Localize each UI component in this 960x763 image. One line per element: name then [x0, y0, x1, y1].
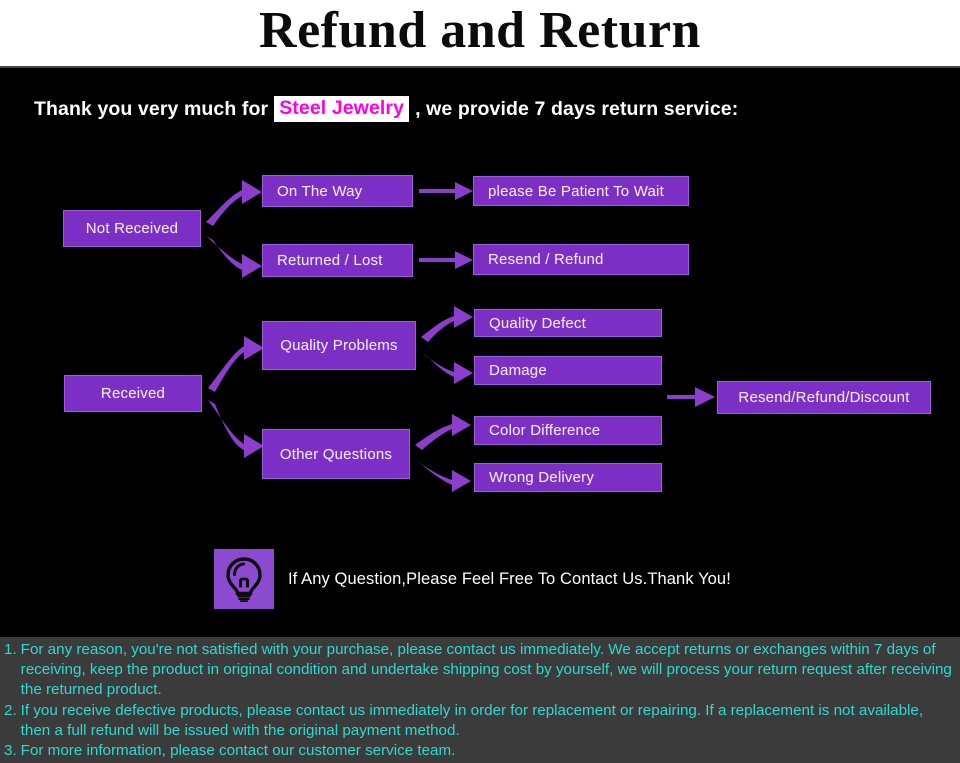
flow-node-label: Damage [489, 362, 547, 379]
policy-item-number: 3. [4, 742, 17, 760]
flow-node-other-questions[interactable]: Other Questions [262, 429, 410, 479]
lightbulb-glyph [226, 557, 262, 602]
policy-item-number: 1. [4, 641, 17, 658]
contact-note-text: If Any Question,Please Feel Free To Cont… [288, 569, 731, 588]
flow-node-quality-defect[interactable]: Quality Defect [474, 309, 662, 337]
flow-node-wrong-delivery[interactable]: Wrong Delivery [474, 463, 662, 492]
flow-node-damage[interactable]: Damage [474, 356, 662, 385]
flow-node-label: Other Questions [279, 445, 393, 463]
flow-node-label: Wrong Delivery [489, 469, 595, 486]
policy-item-number: 2. [4, 701, 17, 719]
flow-node-be-patient[interactable]: please Be Patient To Wait [473, 176, 689, 206]
flow-node-label: Not Received [85, 220, 179, 237]
policy-item: 2. If you receive defective products, pl… [0, 701, 960, 741]
contact-note: If Any Question,Please Feel Free To Cont… [214, 549, 731, 609]
flow-node-resend-refund[interactable]: Resend / Refund [473, 244, 689, 275]
flow-node-returned-lost[interactable]: Returned / Lost [262, 244, 413, 277]
policy-item-text: For any reason, you're not satisfied wit… [20, 641, 952, 699]
flow-node-received[interactable]: Received [64, 375, 202, 412]
flow-node-quality-problems[interactable]: Quality Problems [262, 321, 416, 370]
lightbulb-icon [214, 549, 274, 609]
flow-node-color-difference[interactable]: Color Difference [474, 416, 662, 445]
flow-node-resend-refund-discount[interactable]: Resend/Refund/Discount [717, 381, 931, 414]
flow-node-on-the-way[interactable]: On The Way [262, 175, 413, 207]
flow-node-label: please Be Patient To Wait [488, 182, 664, 200]
policy-item: 1. For any reason, you're not satisfied … [0, 640, 960, 701]
policy-item-text: If you receive defective products, pleas… [20, 701, 924, 739]
flow-node-label: Resend / Refund [488, 251, 604, 268]
flow-node-label: On The Way [277, 182, 363, 200]
policy-item-text: For more information, please contact our… [20, 742, 456, 760]
flow-node-label: Resend/Refund/Discount [738, 389, 910, 406]
flow-node-label: Quality Problems [280, 337, 398, 354]
refund-return-banner: Refund and Return Thank you very much fo… [0, 0, 960, 763]
refund-flow-diagram: Not Received On The Way Returned / Lost … [0, 0, 960, 640]
flow-node-label: Received [100, 385, 166, 402]
flow-node-label: Returned / Lost [277, 252, 383, 269]
policy-item: 3. For more information, please contact … [0, 741, 960, 761]
flow-node-label: Quality Defect [489, 314, 587, 332]
flow-node-label: Color Difference [489, 422, 601, 439]
flow-node-not-received[interactable]: Not Received [63, 210, 201, 247]
policy-list: 1. For any reason, you're not satisfied … [0, 637, 960, 763]
